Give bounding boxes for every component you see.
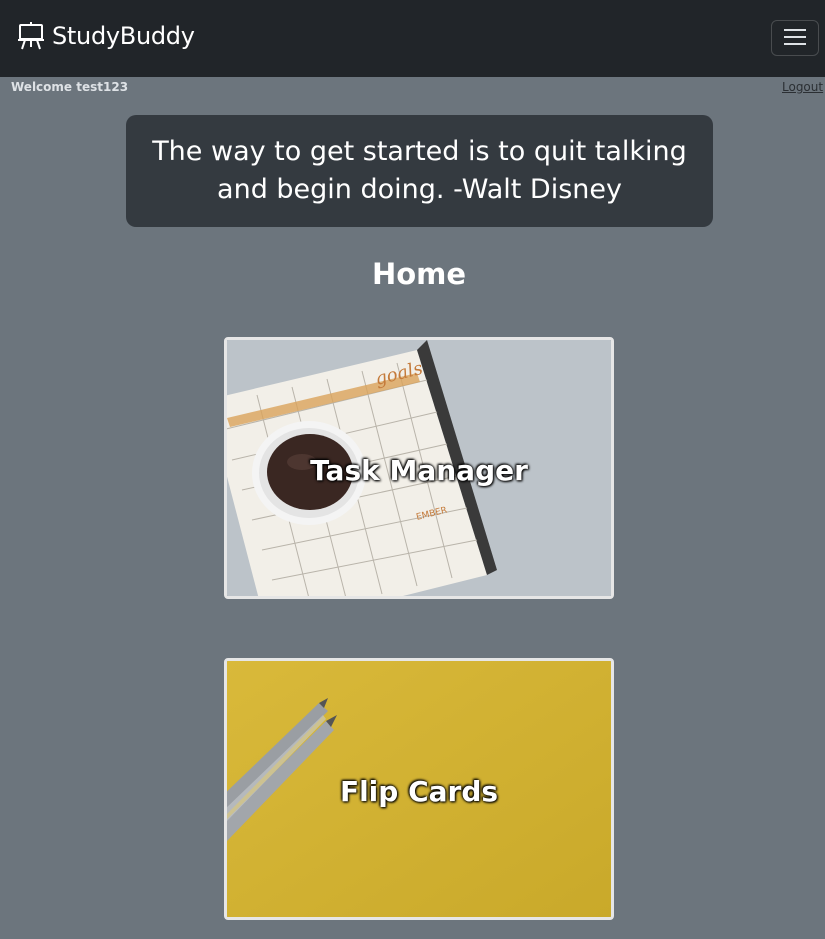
navbar: StudyBuddy (0, 0, 825, 77)
flip-cards-label: Flip Cards (339, 775, 499, 808)
navbar-toggler-button[interactable] (771, 20, 819, 56)
hamburger-menu-icon (784, 28, 806, 49)
easel-icon (18, 21, 44, 51)
brand-name: StudyBuddy (52, 22, 195, 50)
flip-cards-card[interactable]: Flip Cards (224, 658, 614, 920)
page-title: Home (371, 257, 467, 291)
task-manager-label: Task Manager (310, 454, 528, 487)
quote-text: The way to get started is to quit talkin… (152, 136, 687, 205)
quote-box: The way to get started is to quit talkin… (126, 115, 713, 227)
welcome-text: Welcome test123 (11, 80, 129, 94)
task-manager-card[interactable]: goals EMBER Task Manager (224, 337, 614, 599)
logout-link[interactable]: Logout (782, 80, 823, 94)
brand-link[interactable]: StudyBuddy (18, 21, 195, 51)
